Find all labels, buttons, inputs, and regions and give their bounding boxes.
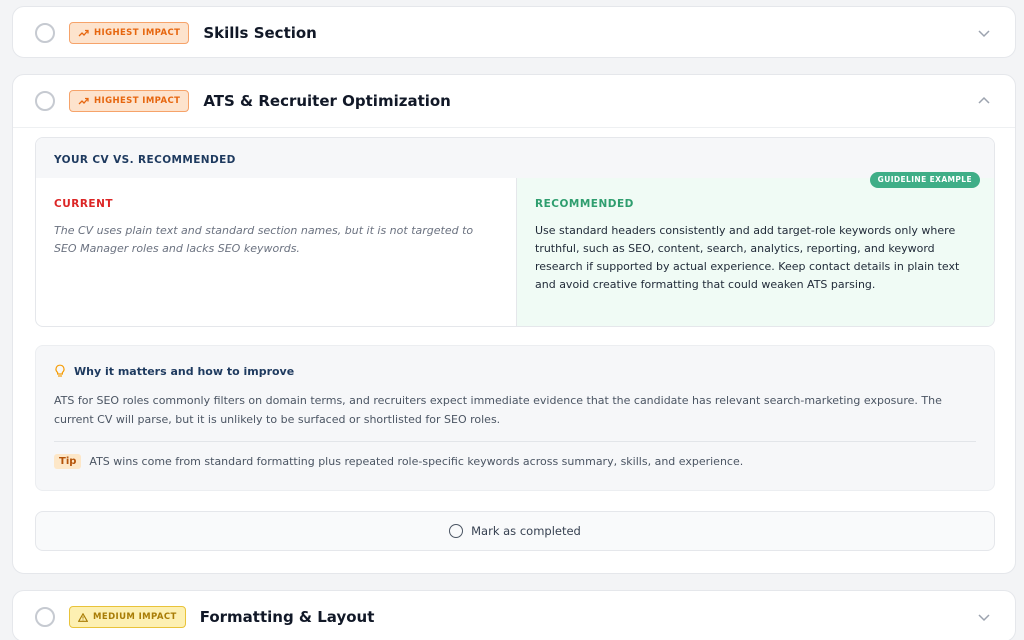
why-heading-row: Why it matters and how to improve bbox=[54, 364, 976, 378]
why-it-matters-panel: Why it matters and how to improve ATS fo… bbox=[35, 345, 995, 491]
chevron-up-icon[interactable] bbox=[977, 94, 991, 108]
section-card-skills: HIGHEST IMPACT Skills Section bbox=[12, 6, 1016, 58]
why-text: ATS for SEO roles commonly filters on do… bbox=[54, 394, 942, 426]
impact-badge: HIGHEST IMPACT bbox=[69, 22, 190, 44]
section-title: Formatting & Layout bbox=[199, 608, 375, 626]
comparison-heading: YOUR CV VS. RECOMMENDED bbox=[36, 138, 994, 178]
circle-icon bbox=[449, 524, 464, 538]
current-text: The CV uses plain text and standard sect… bbox=[54, 224, 474, 255]
guideline-example-badge: GUIDELINE EXAMPLE bbox=[869, 172, 980, 188]
section-header-ats[interactable]: HIGHEST IMPACT ATS & Recruiter Optimizat… bbox=[13, 75, 1015, 127]
why-heading: Why it matters and how to improve bbox=[74, 364, 295, 378]
recommended-column: RECOMMENDED Use standard headers consist… bbox=[516, 178, 994, 326]
comparison-panel: YOUR CV VS. RECOMMENDED CURRENT The CV u… bbox=[35, 137, 995, 327]
lightbulb-icon bbox=[55, 364, 65, 377]
trending-up-icon bbox=[78, 97, 89, 105]
impact-badge: HIGHEST IMPACT bbox=[69, 90, 190, 112]
section-title: Skills Section bbox=[203, 24, 317, 42]
recommended-label: RECOMMENDED bbox=[535, 198, 634, 210]
tip-label: Tip bbox=[54, 454, 82, 469]
section-header-skills[interactable]: HIGHEST IMPACT Skills Section bbox=[13, 7, 1015, 59]
chevron-down-icon[interactable] bbox=[977, 610, 991, 624]
chevron-down-icon[interactable] bbox=[977, 26, 991, 40]
mark-as-completed-label: Mark as completed bbox=[471, 524, 581, 538]
current-label: CURRENT bbox=[54, 198, 114, 210]
impact-badge-label: MEDIUM IMPACT bbox=[93, 612, 177, 622]
section-card-formatting: MEDIUM IMPACT Formatting & Layout bbox=[12, 590, 1016, 640]
impact-badge: MEDIUM IMPACT bbox=[69, 606, 186, 628]
mark-as-completed-button[interactable]: Mark as completed bbox=[35, 511, 995, 551]
why-divider bbox=[54, 441, 976, 442]
section-header-formatting[interactable]: MEDIUM IMPACT Formatting & Layout bbox=[13, 591, 1015, 640]
header-divider bbox=[13, 127, 1015, 128]
completion-radio[interactable] bbox=[35, 23, 55, 43]
trending-up-icon bbox=[78, 29, 89, 37]
section-title: ATS & Recruiter Optimization bbox=[203, 92, 451, 110]
impact-badge-label: HIGHEST IMPACT bbox=[94, 96, 181, 106]
completion-radio[interactable] bbox=[35, 91, 55, 111]
section-card-ats: HIGHEST IMPACT ATS & Recruiter Optimizat… bbox=[12, 74, 1016, 574]
tip-row: Tip ATS wins come from standard formatti… bbox=[54, 454, 976, 469]
tip-text: ATS wins come from standard formatting p… bbox=[89, 455, 744, 468]
impact-badge-label: HIGHEST IMPACT bbox=[94, 28, 181, 38]
completion-radio[interactable] bbox=[35, 607, 55, 627]
current-column: CURRENT The CV uses plain text and stand… bbox=[36, 178, 516, 326]
recommended-text: Use standard headers consistently and ad… bbox=[535, 224, 960, 291]
warning-triangle-icon bbox=[78, 612, 88, 622]
